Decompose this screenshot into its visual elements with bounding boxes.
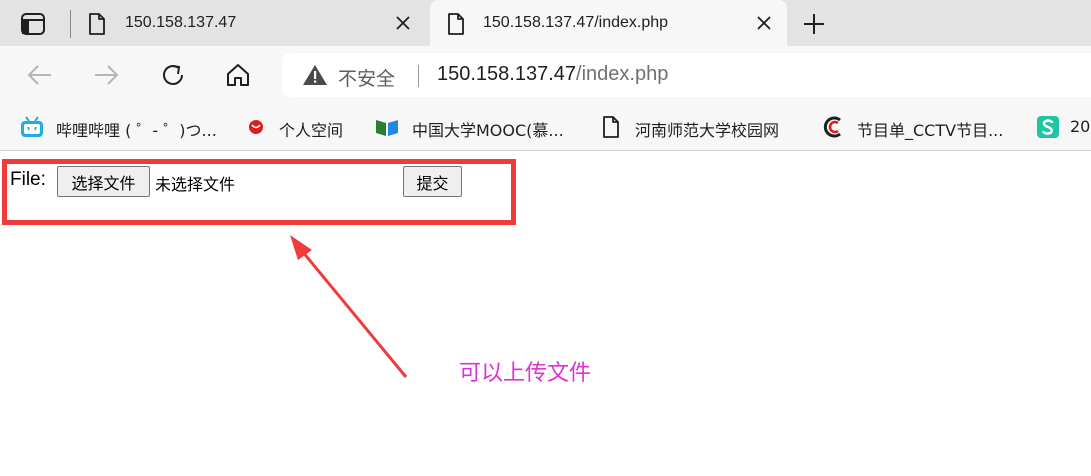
refresh-icon[interactable] (158, 60, 188, 90)
address-bar[interactable]: 不安全 150.158.137.47/index.php (282, 53, 1091, 97)
annotation-caption: 可以上传文件 (459, 361, 592, 386)
bookmark-label: 中国大学MOOC(慕... (412, 121, 564, 140)
bookmark-label: 个人空间 (279, 121, 344, 140)
bilibili-icon (21, 116, 43, 137)
bookmark-label: 哔哩哔哩 ( ゜- ゜)つ... (56, 121, 217, 140)
tab-title: 150.158.137.47/index.php (483, 14, 669, 31)
new-tab-plus-icon[interactable] (802, 12, 826, 36)
annotation-arrow-icon (290, 235, 408, 378)
tab-separator (70, 10, 71, 38)
url-divider (418, 65, 419, 87)
close-icon[interactable] (395, 15, 411, 31)
page-icon (448, 13, 464, 35)
tab-actions-icon[interactable] (20, 12, 46, 36)
green-s-icon (1037, 116, 1059, 138)
home-icon[interactable] (223, 60, 253, 90)
page-icon (89, 13, 105, 35)
bookmark-label: 河南师范大学校园网 (635, 121, 780, 140)
bookmarks-bar: 哔哩哔哩 ( ゜- ゜)つ... 个人空间 中国大学MOOC(慕... 河南师范… (0, 104, 1091, 151)
cctv-icon (823, 116, 841, 138)
tab-title: 150.158.137.47 (125, 14, 237, 31)
forward-arrow-icon[interactable] (91, 60, 121, 90)
bookmark-label: 20 (1070, 117, 1091, 136)
tab-strip: 150.158.137.47 150.158.137.47/index.php (0, 0, 1091, 46)
bookmark-label: 节目单_CCTV节目... (857, 121, 1004, 140)
page-content: File: 选择文件 未选择文件 提交 可以上传文件 (0, 151, 1091, 476)
mooc-book-icon (376, 120, 398, 136)
url-text[interactable]: 150.158.137.47/index.php (437, 63, 668, 86)
page-icon (603, 116, 619, 138)
url-path: /index.php (576, 63, 669, 85)
not-secure-label[interactable]: 不安全 (338, 64, 395, 91)
tab-inactive[interactable]: 150.158.137.47 (76, 0, 426, 46)
warning-icon[interactable] (302, 64, 328, 86)
close-icon[interactable] (756, 15, 772, 31)
url-host: 150.158.137.47 (437, 63, 577, 85)
browser-toolbar: 不安全 150.158.137.47/index.php (0, 46, 1091, 104)
back-arrow-icon[interactable] (25, 60, 55, 90)
red-ball-icon (249, 120, 263, 134)
tab-active[interactable]: 150.158.137.47/index.php (430, 0, 787, 46)
